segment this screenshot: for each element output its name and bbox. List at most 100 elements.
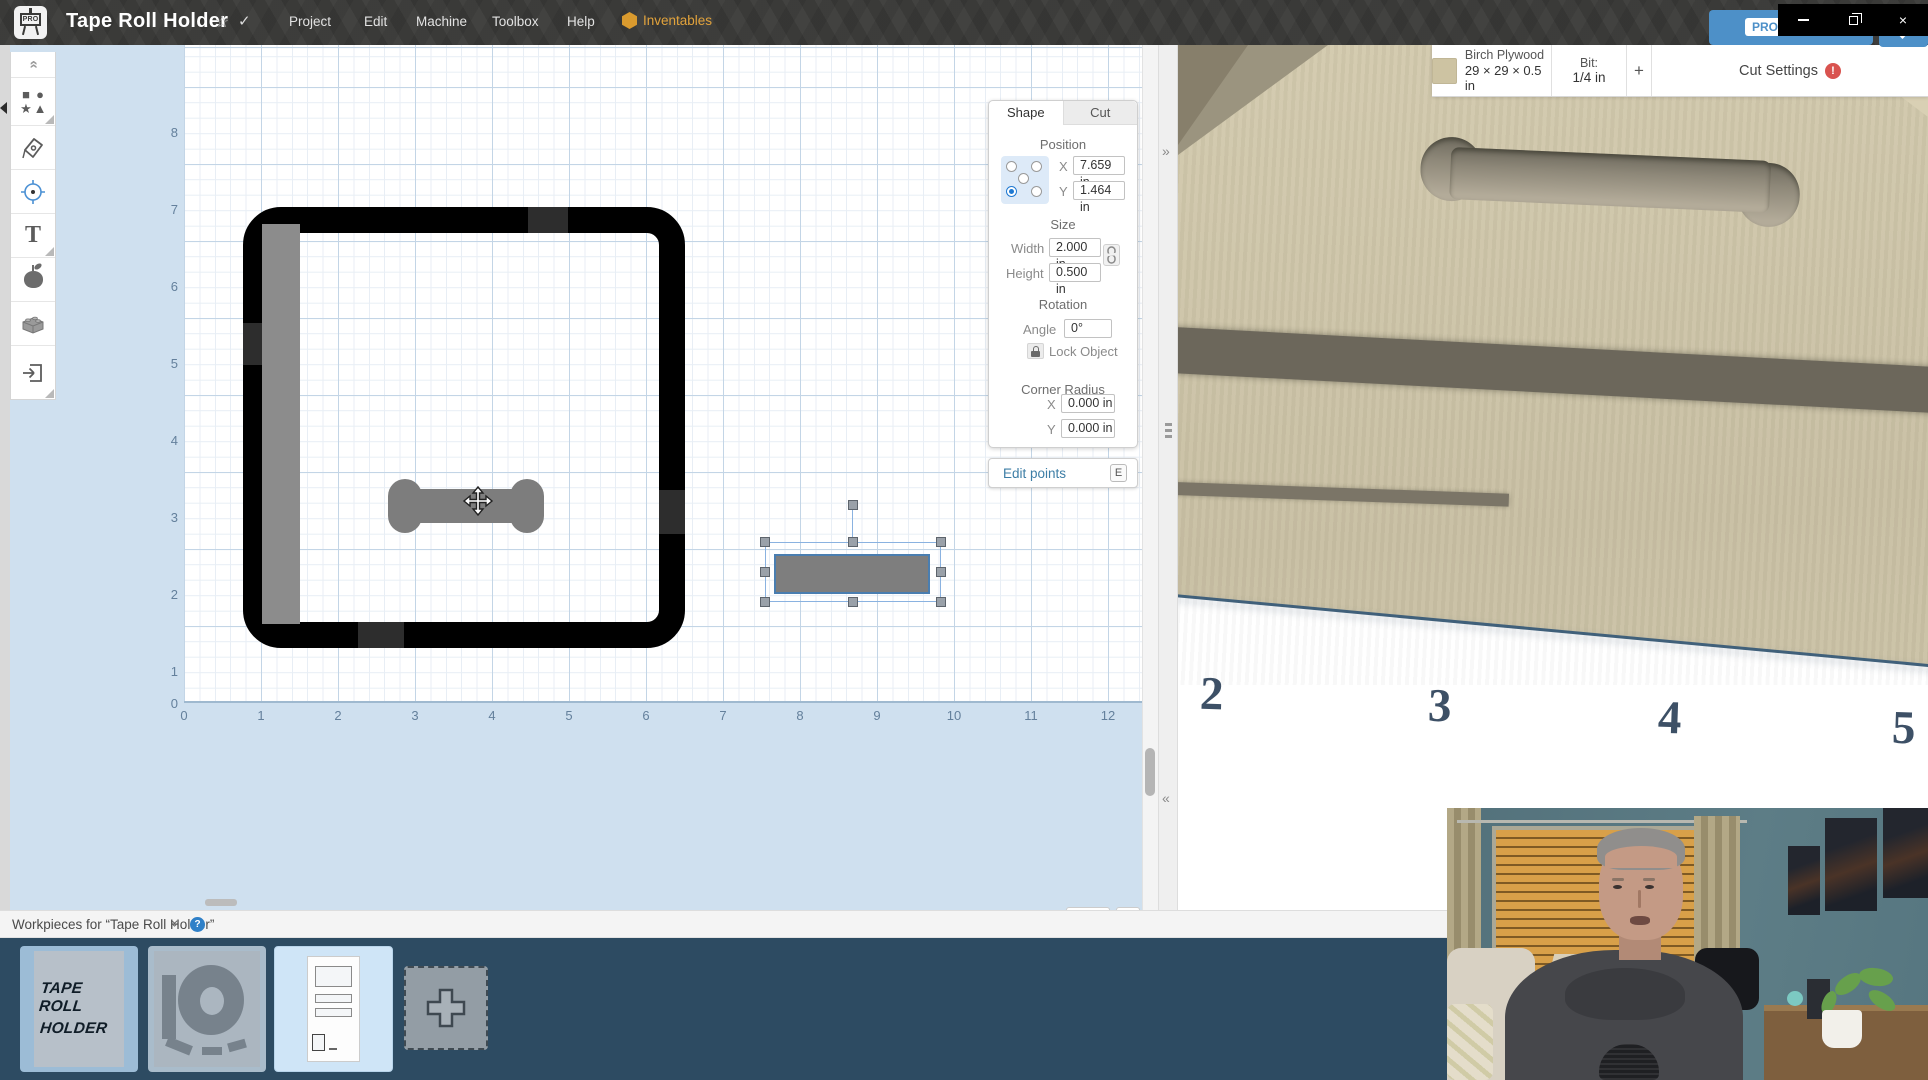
x-tick: 11: [1024, 708, 1038, 723]
position-y-input[interactable]: 1.464 in: [1073, 181, 1125, 200]
anchor-top-right[interactable]: [1031, 161, 1042, 172]
tab-shape[interactable]: Shape: [989, 101, 1064, 125]
bit-info-button[interactable]: Bit: 1/4 in: [1552, 45, 1627, 96]
left-rail: [0, 45, 10, 910]
anchor-bottom-left[interactable]: [1006, 186, 1017, 197]
position-y-label: Y: [1059, 184, 1068, 199]
pen-tool-button[interactable]: [11, 126, 55, 170]
workpiece-1-preview: TAPE ROLL HOLDER: [34, 951, 124, 1067]
workpiece-thumbnail-3-active[interactable]: [274, 946, 393, 1072]
x-tick: 10: [947, 708, 961, 723]
resize-handle-w[interactable]: [760, 567, 770, 577]
y-tick: 0: [150, 696, 178, 711]
workpiece-thumbnail-2[interactable]: [148, 946, 266, 1072]
frame-shape[interactable]: [243, 207, 685, 648]
project-title[interactable]: Tape Roll Holder: [66, 10, 228, 33]
eye: [1613, 885, 1622, 889]
pillow: [1447, 1004, 1493, 1080]
collapse-preview-icon[interactable]: «: [1162, 790, 1170, 806]
workpiece-thumbnail-1[interactable]: TAPE ROLL HOLDER: [20, 946, 138, 1072]
workpieces-title: Workpieces for “Tape Roll Holder”: [12, 917, 214, 932]
resize-handle-se[interactable]: [936, 597, 946, 607]
anchor-bottom-right[interactable]: [1031, 186, 1042, 197]
width-input[interactable]: 2.000 in: [1049, 238, 1101, 257]
rotate-handle[interactable]: [848, 500, 858, 510]
frame-tab-top[interactable]: [528, 207, 568, 233]
anchor-center[interactable]: [1018, 173, 1029, 184]
add-bit-button[interactable]: +: [1627, 45, 1652, 96]
angle-input[interactable]: 0°: [1064, 319, 1112, 338]
resize-handle-sw[interactable]: [760, 597, 770, 607]
x-tick: 4: [488, 708, 495, 723]
plus-icon: [424, 986, 468, 1030]
material-blocks-button[interactable]: [11, 302, 55, 346]
position-x-input[interactable]: 7.659 in: [1073, 156, 1125, 175]
toolbar-collapse-button[interactable]: »: [11, 52, 55, 78]
splitter-grip[interactable]: [1165, 423, 1172, 439]
3d-preview-pane[interactable]: 2 3 4 5: [1178, 45, 1928, 910]
hood: [1565, 968, 1685, 1020]
material-dimensions: 29 × 29 × 0.5 in: [1465, 63, 1551, 93]
easel-pro-logo[interactable]: PRO: [14, 6, 47, 39]
vertical-scroll-thumb[interactable]: [1145, 748, 1155, 796]
text-tool-button[interactable]: T: [11, 214, 55, 258]
x-tick: 12: [1101, 708, 1115, 723]
expand-preview-icon[interactable]: »: [1162, 143, 1170, 159]
aspect-link-button[interactable]: [1103, 244, 1120, 266]
x-tick: 7: [719, 708, 726, 723]
resize-handle-e[interactable]: [936, 567, 946, 577]
tab-cut[interactable]: Cut: [1064, 101, 1138, 125]
inventables-link[interactable]: Inventables: [622, 12, 712, 29]
workpieces-collapse-icon[interactable]: »: [168, 920, 183, 927]
selected-rectangle-shape[interactable]: [774, 554, 930, 594]
pocket-bar-shape[interactable]: [262, 224, 300, 624]
cut-settings-label: Cut Settings: [1739, 63, 1818, 79]
minimize-button[interactable]: [1778, 4, 1828, 36]
design-canvas[interactable]: 8 7 6 5 4 3 2 1 0 0 1 2 3 4 5 6 7 8 9 10…: [0, 45, 1158, 910]
lock-object-button[interactable]: [1027, 343, 1044, 359]
shapes-tool-button[interactable]: ■●★▲: [11, 78, 55, 126]
resize-handle-s[interactable]: [848, 597, 858, 607]
add-workpiece-button[interactable]: [404, 966, 488, 1050]
edge-ruler-number: 3: [1427, 679, 1452, 734]
collapse-rail-arrow-icon[interactable]: [0, 102, 7, 114]
menu-help[interactable]: Help: [567, 14, 595, 29]
frame-tab-right[interactable]: [659, 490, 685, 534]
y-tick: 2: [150, 587, 178, 602]
menu-toolbox[interactable]: Toolbox: [492, 14, 539, 29]
anchor-top-left[interactable]: [1006, 161, 1017, 172]
lock-icon-body: [1031, 351, 1040, 357]
favorite-star-icon[interactable]: ☆: [215, 12, 229, 32]
menu-edit[interactable]: Edit: [364, 14, 387, 29]
nose: [1638, 890, 1641, 908]
height-input[interactable]: 0.500 in: [1049, 263, 1101, 282]
webcam-video: [1447, 808, 1928, 1080]
resize-handle-n[interactable]: [848, 537, 858, 547]
resize-handle-nw[interactable]: [760, 537, 770, 547]
drill-origin-tool-button[interactable]: [11, 170, 55, 214]
horizontal-scroll-thumb[interactable]: [205, 899, 237, 906]
frame-tab-bottom[interactable]: [358, 622, 404, 648]
restore-button[interactable]: [1828, 4, 1878, 36]
cut-settings-button[interactable]: Cut Settings !: [1652, 45, 1928, 96]
close-button[interactable]: ×: [1878, 4, 1928, 36]
pane-splitter[interactable]: » «: [1158, 45, 1178, 910]
menu-machine[interactable]: Machine: [416, 14, 467, 29]
material-bar: Birch Plywood 29 × 29 × 0.5 in Bit: 1/4 …: [1432, 45, 1928, 97]
icons-library-button[interactable]: [11, 258, 55, 302]
anchor-point-selector: [1001, 156, 1049, 204]
edit-points-link[interactable]: Edit points: [1003, 466, 1066, 481]
bit-value: 1/4 in: [1572, 70, 1605, 85]
workpiece-2-preview: [154, 951, 260, 1067]
close-icon: ×: [1899, 13, 1907, 27]
resize-handle-ne[interactable]: [936, 537, 946, 547]
workpieces-help-icon[interactable]: ?: [190, 917, 205, 932]
material-info-button[interactable]: Birch Plywood 29 × 29 × 0.5 in: [1432, 45, 1552, 96]
corner-radius-x-input[interactable]: 0.000 in: [1061, 394, 1115, 413]
y-tick: 4: [150, 433, 178, 448]
import-tool-button[interactable]: [11, 346, 55, 399]
corner-radius-y-input[interactable]: 0.000 in: [1061, 419, 1115, 438]
mouth: [1630, 916, 1650, 925]
x-tick: 5: [565, 708, 572, 723]
menu-project[interactable]: Project: [289, 14, 331, 29]
